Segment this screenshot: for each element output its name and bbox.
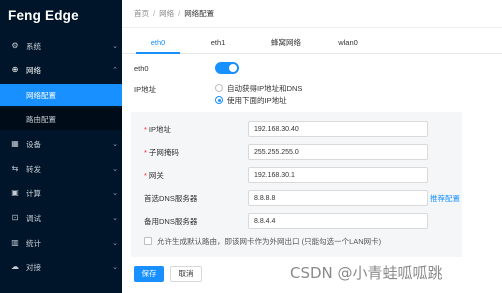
forward-icon: ⇆ (11, 164, 19, 173)
sidebar-item-forward[interactable]: ⇆ 转发 ⌄ (0, 158, 122, 180)
gateway-input[interactable] (248, 167, 428, 183)
radio-manual-ip[interactable] (215, 96, 223, 104)
sidebar-subitem-route-config[interactable]: 路由配置 (0, 108, 122, 130)
sidebar-item-label: 计算 (26, 188, 41, 198)
radio-auto-ip-label: 自动获得IP地址和DNS (227, 84, 303, 93)
switch-knob (229, 64, 237, 72)
sidebar-item-label: 对接 (26, 262, 41, 272)
chevron-down-icon: ⌄ (112, 240, 118, 247)
tab-eth1[interactable]: eth1 (196, 32, 240, 54)
chevron-down-icon: ⌄ (112, 166, 118, 173)
chevron-down-icon: ⌄ (112, 141, 118, 148)
sidebar-item-device[interactable]: ▦ 设备 ⌄ (0, 133, 122, 155)
breadcrumb-separator: / (153, 9, 156, 18)
gear-icon: ⚙ (11, 41, 19, 50)
default-route-checkbox[interactable] (144, 237, 152, 245)
radio-manual-ip-label: 使用下面的IP地址 (227, 96, 287, 105)
debug-icon: ⊡ (11, 213, 19, 222)
ip-address-input[interactable] (248, 121, 428, 137)
sidebar: Feng Edge ⚙ 系统 ⌄ ⊕ 网络 ⌃ 网络配置 路由配置 ▦ 设备 ⌄… (0, 0, 122, 293)
ip-mode-label: IP地址 (134, 85, 157, 94)
sidebar-subitem-label: 网络配置 (26, 90, 56, 100)
chevron-down-icon: ⌄ (112, 43, 118, 50)
interface-tabs: eth0 eth1 蜂窝网络 wlan0 (122, 32, 502, 54)
primary-dns-input[interactable] (248, 190, 428, 206)
secondary-dns-input[interactable] (248, 213, 428, 229)
sidebar-item-system[interactable]: ⚙ 系统 ⌄ (0, 35, 122, 57)
chevron-up-icon: ⌃ (112, 67, 118, 74)
required-mark: * (144, 171, 147, 180)
ip-field-label: * IP地址 (144, 125, 172, 134)
tab-eth0[interactable]: eth0 (136, 32, 180, 54)
gateway-field-label: * 网关 (144, 171, 164, 180)
chart-icon: ▥ (11, 238, 19, 247)
sidebar-subitem-network-config[interactable]: 网络配置 (0, 84, 122, 106)
sidebar-item-label: 统计 (26, 238, 41, 248)
breadcrumb-home[interactable]: 首页 (134, 8, 149, 19)
sidebar-item-debug[interactable]: ⊡ 调试 ⌄ (0, 207, 122, 229)
breadcrumb-current: 网络配置 (184, 9, 215, 18)
globe-icon: ⊕ (11, 65, 19, 74)
required-mark: * (144, 148, 147, 157)
sidebar-item-label: 网络 (26, 65, 41, 75)
calculator-icon: ▣ (11, 188, 19, 197)
breadcrumb-section[interactable]: 网络 (159, 8, 174, 19)
required-mark: * (144, 125, 147, 134)
tab-cellular[interactable]: 蜂窝网络 (256, 32, 316, 54)
app-logo: Feng Edge (8, 8, 79, 23)
breadcrumb: 首页 / 网络 / 网络配置 (122, 0, 502, 28)
sidebar-item-label: 设备 (26, 139, 41, 149)
sidebar-item-integration[interactable]: ☁ 对接 ⌄ (0, 256, 122, 278)
device-icon: ▦ (11, 139, 19, 148)
breadcrumb-separator: / (178, 9, 181, 18)
mask-field-label: * 子网掩码 (144, 148, 179, 157)
sidebar-subitem-label: 路由配置 (26, 114, 56, 124)
sidebar-item-compute[interactable]: ▣ 计算 ⌄ (0, 182, 122, 204)
chevron-down-icon: ⌄ (112, 215, 118, 222)
dns2-field-label: 备用DNS服务器 (144, 217, 198, 226)
tab-wlan0[interactable]: wlan0 (326, 32, 370, 54)
enable-label: eth0 (134, 64, 149, 73)
sidebar-item-label: 系统 (26, 41, 41, 51)
watermark: CSDN @小青蛙呱呱跳 (290, 264, 443, 282)
recommend-config-link[interactable]: 推荐配置 (430, 193, 460, 204)
enable-switch[interactable] (215, 62, 239, 74)
dns1-field-label: 首选DNS服务器 (144, 194, 198, 203)
sidebar-item-label: 转发 (26, 164, 41, 174)
radio-auto-ip[interactable] (215, 84, 223, 92)
sidebar-item-network[interactable]: ⊕ 网络 ⌃ (0, 59, 122, 81)
subnet-mask-input[interactable] (248, 144, 428, 160)
cancel-button[interactable]: 取消 (170, 266, 202, 282)
sidebar-item-stats[interactable]: ▥ 统计 ⌄ (0, 232, 122, 254)
sidebar-item-label: 调试 (26, 213, 41, 223)
cloud-icon: ☁ (11, 262, 19, 271)
chevron-down-icon: ⌄ (112, 264, 118, 271)
save-button[interactable]: 保存 (134, 266, 164, 282)
default-route-label: 允许生成默认路由，即该网卡作为外网出口 (只能勾选一个LAN网卡) (157, 237, 382, 246)
chevron-down-icon: ⌄ (112, 190, 118, 197)
